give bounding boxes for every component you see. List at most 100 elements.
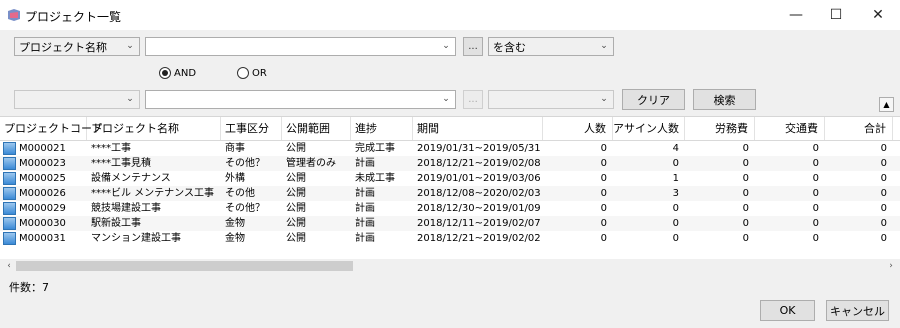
maximize-button[interactable]: ☐ <box>816 0 856 30</box>
code-cell: M000023 <box>0 156 87 171</box>
and-radio-label: AND <box>174 67 197 79</box>
document-icon <box>3 157 16 170</box>
filter2-value-combo[interactable]: ⌄ <box>145 90 456 109</box>
chevron-down-icon: ⌄ <box>600 41 608 51</box>
project-transport: 0 <box>812 173 819 184</box>
table-row[interactable]: M000031 マンション建設工事 金物 公開 計画 2018/12/21~20… <box>0 231 900 246</box>
ok-button[interactable]: OK <box>760 300 815 321</box>
search-button[interactable]: 検索 <box>693 89 756 110</box>
project-name: ****工事 <box>91 143 131 154</box>
column-header-period[interactable]: 期間 <box>413 117 543 140</box>
collapse-up-icon[interactable]: ▲ <box>879 97 894 112</box>
code-cell: M000021 <box>0 141 87 156</box>
column-header-code[interactable]: プロジェクトコード <box>0 117 103 140</box>
project-transport: 0 <box>812 218 819 229</box>
code-cell: M000031 <box>0 231 87 246</box>
project-category: その他？ <box>225 203 265 214</box>
column-header-people[interactable]: 人数 <box>543 117 613 140</box>
window-title: プロジェクト一覧 <box>25 10 122 24</box>
project-category: 金物 <box>225 233 245 244</box>
project-scope: 公開 <box>286 218 306 229</box>
column-header-total[interactable]: 合計 <box>825 117 893 140</box>
filter2-field-select[interactable]: ⌄ <box>14 90 140 109</box>
table-row[interactable]: M000021 ****工事 商事 公開 完成工事 2019/01/31~201… <box>0 141 900 156</box>
project-labor: 0 <box>742 188 749 199</box>
radio-unchecked-icon <box>237 67 249 79</box>
project-people: 0 <box>600 188 607 199</box>
title-bar: プロジェクト一覧 — ☐ ✕ <box>0 0 900 30</box>
app-icon <box>8 9 20 21</box>
column-header-scope[interactable]: 公開範囲 <box>282 117 351 140</box>
project-total: 0 <box>880 173 887 184</box>
column-header-progress[interactable]: 進捗 <box>351 117 413 140</box>
project-total: 0 <box>880 218 887 229</box>
horizontal-scrollbar[interactable]: ‹ › <box>0 259 900 273</box>
project-name: 競技場建設工事 <box>91 203 161 214</box>
or-radio-label: OR <box>252 67 267 79</box>
project-table: プロジェクトコード プロジェクト名称 工事区分 公開範囲 進捗 期間 人数 アサ… <box>0 116 900 273</box>
project-people: 0 <box>600 203 607 214</box>
project-code: M000021 <box>19 143 66 154</box>
project-name: 設備メンテナンス <box>91 173 171 184</box>
minimize-button[interactable]: — <box>776 0 816 30</box>
document-icon <box>3 232 16 245</box>
table-row[interactable]: M000029 競技場建設工事 その他？ 公開 計画 2018/12/30~20… <box>0 201 900 216</box>
project-labor: 0 <box>742 143 749 154</box>
project-transport: 0 <box>812 158 819 169</box>
code-cell: M000030 <box>0 216 87 231</box>
project-scope: 公開 <box>286 188 306 199</box>
project-assigned: 0 <box>672 218 679 229</box>
code-cell: M000026 <box>0 186 87 201</box>
clear-button[interactable]: クリア <box>622 89 685 110</box>
project-total: 0 <box>880 188 887 199</box>
project-name: 駅新設工事 <box>91 218 141 229</box>
scroll-right-icon[interactable]: › <box>884 259 898 273</box>
chevron-down-icon: ⌄ <box>442 41 450 51</box>
cancel-button[interactable]: キャンセル <box>826 300 889 321</box>
project-assigned: 0 <box>672 158 679 169</box>
filter1-value-combo[interactable]: ⌄ <box>145 37 456 56</box>
column-header-transport[interactable]: 交通費 <box>755 117 825 140</box>
project-assigned: 1 <box>672 173 679 184</box>
project-code: M000023 <box>19 158 66 169</box>
project-total: 0 <box>880 203 887 214</box>
project-progress: 計画 <box>355 158 375 169</box>
table-row[interactable]: M000023 ****工事見積 その他？ 管理者のみ 計画 2018/12/2… <box>0 156 900 171</box>
project-scope: 管理者のみ <box>286 158 336 169</box>
filter2-browse-button[interactable]: ... <box>463 90 483 109</box>
project-total: 0 <box>880 143 887 154</box>
filter1-field-value: プロジェクト名称 <box>19 40 107 54</box>
project-period: 2018/12/08~2020/02/03 <box>417 188 541 199</box>
project-assigned: 3 <box>672 188 679 199</box>
project-progress: 未成工事 <box>355 173 395 184</box>
scrollbar-thumb[interactable] <box>16 261 353 271</box>
filter1-condition-select[interactable]: を含む ⌄ <box>488 37 614 56</box>
filter1-field-select[interactable]: プロジェクト名称 ⌄ <box>14 37 140 56</box>
table-row[interactable]: M000025 設備メンテナンス 外構 公開 未成工事 2019/01/01~2… <box>0 171 900 186</box>
project-labor: 0 <box>742 218 749 229</box>
chevron-down-icon: ⌄ <box>442 94 450 104</box>
document-icon <box>3 187 16 200</box>
project-scope: 公開 <box>286 233 306 244</box>
or-radio[interactable]: OR <box>237 67 267 79</box>
project-people: 0 <box>600 173 607 184</box>
filter2-condition-select[interactable]: ⌄ <box>488 90 614 109</box>
filter1-browse-button[interactable]: ... <box>463 37 483 56</box>
column-header-assigned[interactable]: アサイン人数 <box>613 117 685 140</box>
document-icon <box>3 217 16 230</box>
table-row[interactable]: M000030 駅新設工事 金物 公開 計画 2018/12/11~2019/0… <box>0 216 900 231</box>
and-radio[interactable]: AND <box>159 67 196 79</box>
code-cell: M000029 <box>0 201 87 216</box>
column-header-labor[interactable]: 労務費 <box>685 117 755 140</box>
close-button[interactable]: ✕ <box>858 0 898 30</box>
column-header-category[interactable]: 工事区分 <box>221 117 282 140</box>
project-progress: 計画 <box>355 233 375 244</box>
project-name: ****ビル メンテナンス工事 <box>91 188 214 199</box>
project-transport: 0 <box>812 188 819 199</box>
scroll-left-icon[interactable]: ‹ <box>2 259 16 273</box>
column-header-name[interactable]: プロジェクト名称 <box>87 117 221 140</box>
project-code: M000025 <box>19 173 66 184</box>
project-transport: 0 <box>812 203 819 214</box>
project-scope: 公開 <box>286 173 306 184</box>
table-row[interactable]: M000026 ****ビル メンテナンス工事 その他 公開 計画 2018/1… <box>0 186 900 201</box>
